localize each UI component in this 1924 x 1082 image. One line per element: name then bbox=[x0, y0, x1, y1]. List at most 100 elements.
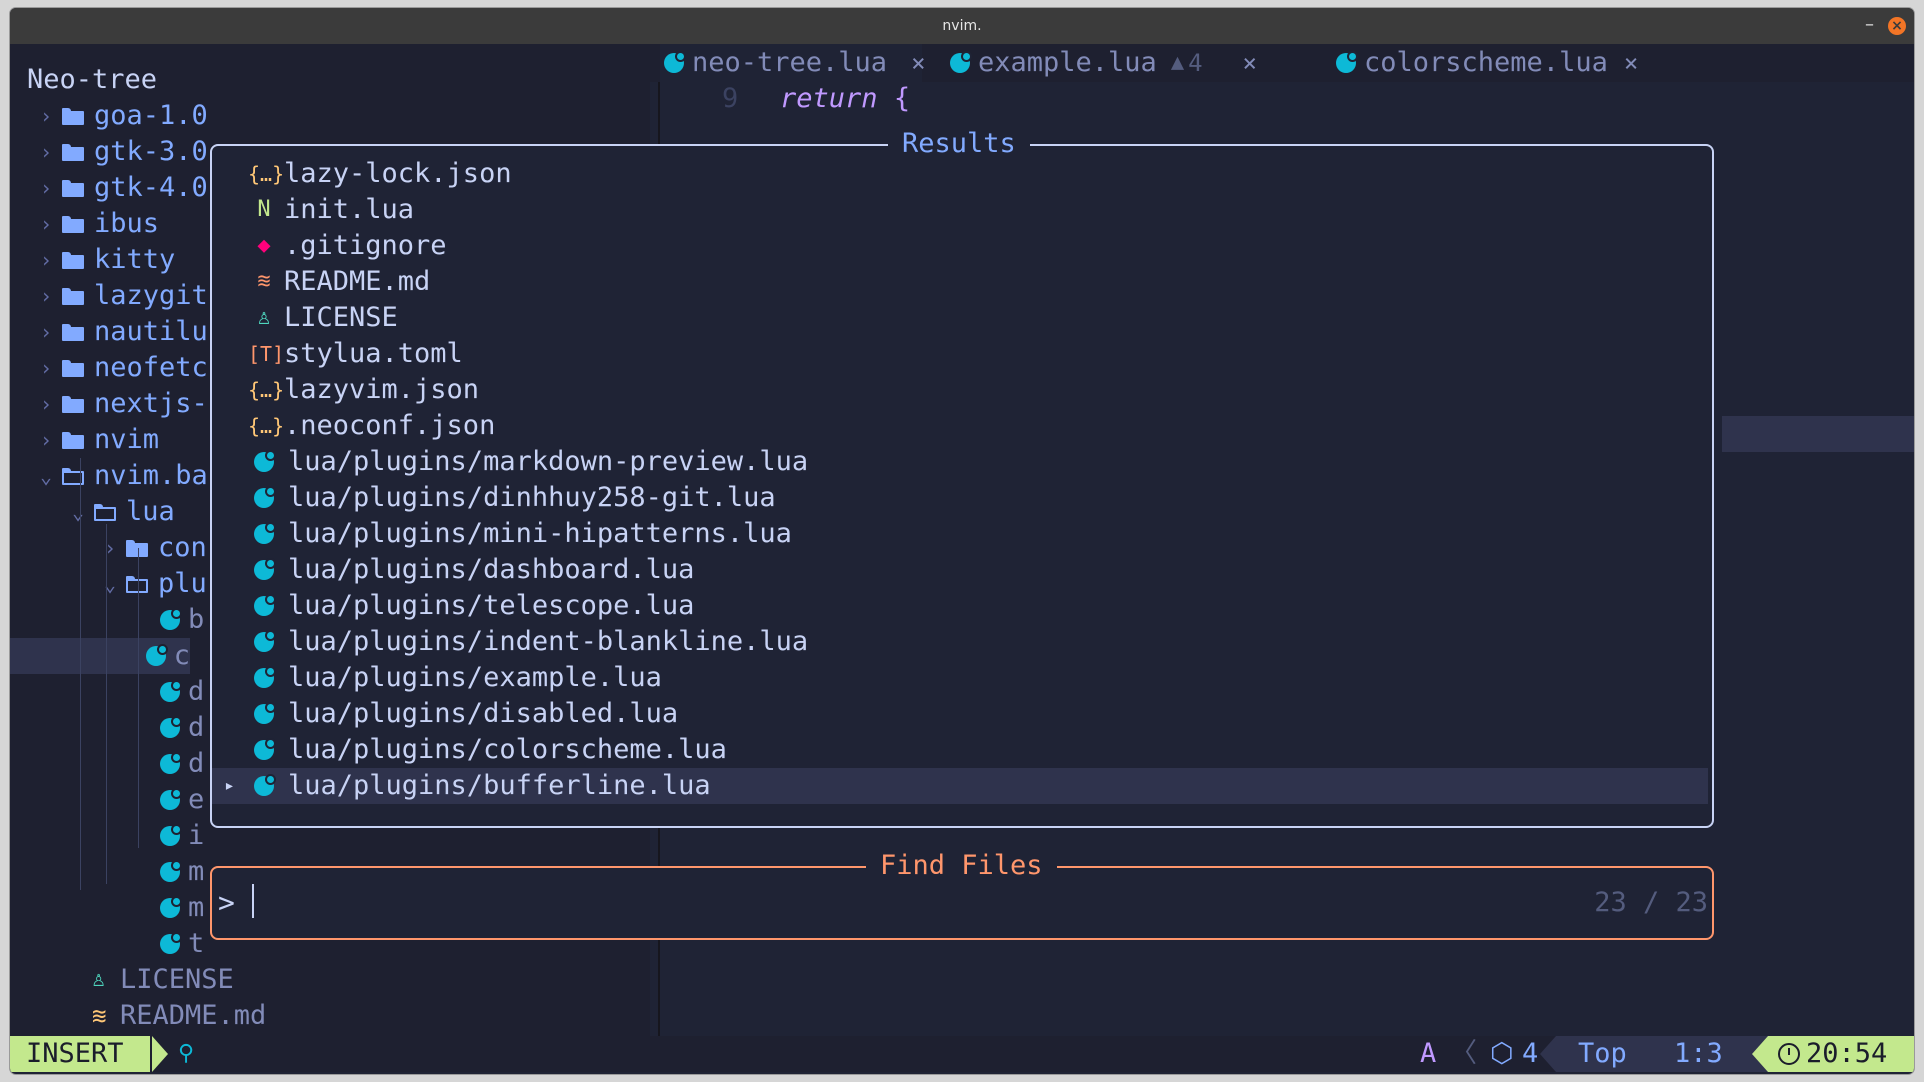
tree-item[interactable]: ⌄ plu bbox=[96, 566, 207, 602]
tree-item-label: lua bbox=[126, 496, 175, 527]
tree-item[interactable]: m bbox=[128, 854, 204, 890]
warning-count: 4 bbox=[1188, 49, 1203, 77]
tree-item[interactable]: ♙ LICENSE bbox=[64, 962, 234, 998]
result-label: LICENSE bbox=[284, 302, 398, 333]
result-item[interactable]: lua/plugins/example.lua bbox=[212, 660, 662, 696]
folder-icon bbox=[60, 358, 88, 378]
folder-open-icon bbox=[60, 466, 88, 486]
close-button[interactable]: × bbox=[1888, 17, 1906, 35]
result-item[interactable]: lua/plugins/colorscheme.lua bbox=[212, 732, 727, 768]
tab-example-lua[interactable]: example.lua ▲ 4 × bbox=[946, 44, 1286, 82]
tab-close-icon[interactable]: × bbox=[1624, 45, 1638, 81]
tree-item-label: lazygit bbox=[94, 280, 208, 311]
result-item[interactable]: ▸ lua/plugins/bufferline.lua bbox=[212, 768, 1708, 804]
folder-icon bbox=[60, 178, 88, 198]
tree-item[interactable]: c bbox=[10, 638, 190, 674]
result-item[interactable]: ◆ .gitignore bbox=[212, 228, 447, 264]
tree-item[interactable]: d bbox=[128, 674, 204, 710]
tree-item-label: LICENSE bbox=[120, 964, 234, 995]
code-line: return { bbox=[780, 81, 910, 117]
tab-neo-tree-lua[interactable]: neo-tree.lua × bbox=[660, 44, 926, 82]
tab-colorscheme-lua[interactable]: colorscheme.lua × bbox=[1332, 44, 1640, 82]
tree-item[interactable]: › gtk-4.0 bbox=[32, 170, 208, 206]
chevron-down-icon: ⌄ bbox=[71, 500, 85, 524]
chevron-right-icon: › bbox=[39, 104, 53, 128]
result-item[interactable]: {…} lazy-lock.json bbox=[212, 156, 512, 192]
result-item[interactable]: lua/plugins/disabled.lua bbox=[212, 696, 678, 732]
lua-icon bbox=[160, 932, 182, 954]
tree-item[interactable]: › neofetc bbox=[32, 350, 208, 386]
tree-item[interactable]: ≋ README.md bbox=[64, 998, 266, 1034]
lua-icon bbox=[160, 716, 182, 738]
result-label: lua/plugins/telescope.lua bbox=[288, 590, 695, 621]
tree-item[interactable]: m bbox=[128, 890, 204, 926]
lua-icon bbox=[160, 824, 182, 846]
tree-item[interactable]: › goa-1.0 bbox=[32, 98, 208, 134]
tree-item[interactable]: › lazygit bbox=[32, 278, 208, 314]
file-type-icon: {…} bbox=[248, 162, 285, 186]
lua-icon bbox=[160, 896, 182, 918]
tab-close-icon[interactable]: × bbox=[911, 45, 925, 81]
cursor-line bbox=[1722, 416, 1914, 452]
result-item[interactable]: [T] stylua.toml bbox=[212, 336, 463, 372]
result-item[interactable]: Ninit.lua bbox=[212, 192, 414, 228]
tree-item-label: README.md bbox=[120, 1000, 267, 1031]
tree-item[interactable]: d bbox=[128, 746, 204, 782]
terminal-window: nvim. – × Neo-tree › goa-1.0 › gtk-3.0 › gtk-… bbox=[10, 8, 1914, 1074]
chevron-down-icon: ⌄ bbox=[103, 572, 117, 596]
result-item[interactable]: lua/plugins/dashboard.lua bbox=[212, 552, 694, 588]
tree-item[interactable]: › con bbox=[96, 530, 207, 566]
status-separator: 〈 bbox=[1450, 1038, 1477, 1069]
tree-item[interactable]: › gtk-3.0 bbox=[32, 134, 208, 170]
tab-label: example.lua bbox=[978, 47, 1157, 78]
tree-item[interactable]: t bbox=[128, 926, 204, 962]
lsp-count: 4 bbox=[1522, 1038, 1539, 1069]
result-item[interactable]: lua/plugins/markdown-preview.lua bbox=[212, 444, 808, 480]
file-type-icon: ≋ bbox=[257, 269, 271, 294]
result-item[interactable]: lua/plugins/dinhhuy258-git.lua bbox=[212, 480, 776, 516]
tree-item-label: goa-1.0 bbox=[94, 100, 208, 131]
tree-item[interactable]: i bbox=[128, 818, 204, 854]
folder-icon bbox=[60, 142, 88, 162]
prompt-title: Find Files bbox=[866, 848, 1057, 884]
tree-item[interactable]: › kitty bbox=[32, 242, 175, 278]
tree-item-label: b bbox=[188, 604, 205, 635]
tree-item[interactable]: e bbox=[128, 782, 204, 818]
result-item[interactable]: ♙ LICENSE bbox=[212, 300, 398, 336]
file-type-icon: {…} bbox=[248, 378, 285, 402]
tree-item[interactable]: b bbox=[128, 602, 204, 638]
result-label: lua/plugins/mini-hipatterns.lua bbox=[288, 518, 792, 549]
chevron-right-icon: › bbox=[39, 248, 53, 272]
tree-item[interactable]: › nautilu bbox=[32, 314, 208, 350]
result-item[interactable]: lua/plugins/telescope.lua bbox=[212, 588, 694, 624]
result-item[interactable]: lua/plugins/indent-blankline.lua bbox=[212, 624, 808, 660]
keyword-return: return bbox=[780, 83, 878, 114]
tree-item[interactable]: › nextjs- bbox=[32, 386, 208, 422]
title-bar: nvim. – × bbox=[10, 8, 1914, 44]
lua-icon bbox=[254, 738, 276, 760]
result-item[interactable]: ≋ README.md bbox=[212, 264, 430, 300]
telescope-prompt[interactable]: Find Files > 23 / 23 bbox=[210, 848, 1714, 940]
result-label: .gitignore bbox=[284, 230, 447, 261]
minimize-button[interactable]: – bbox=[1865, 14, 1874, 35]
mode-indicator: INSERT bbox=[10, 1036, 150, 1072]
result-label: README.md bbox=[284, 266, 431, 297]
lua-icon bbox=[160, 860, 182, 882]
tree-item[interactable]: ⌄ nvim.ba bbox=[32, 458, 208, 494]
lua-icon bbox=[664, 51, 686, 73]
tree-item-label: gtk-4.0 bbox=[94, 172, 208, 203]
tab-close-icon[interactable]: × bbox=[1243, 45, 1257, 81]
tree-item[interactable]: d bbox=[128, 710, 204, 746]
result-item[interactable]: {…} .neoconf.json bbox=[212, 408, 495, 444]
tree-item[interactable]: › nvim bbox=[32, 422, 159, 458]
result-item[interactable]: lua/plugins/mini-hipatterns.lua bbox=[212, 516, 792, 552]
mode-separator bbox=[152, 1036, 168, 1072]
result-label: lua/plugins/markdown-preview.lua bbox=[288, 446, 809, 477]
tree-item-label: neofetc bbox=[94, 352, 208, 383]
lua-icon bbox=[160, 752, 182, 774]
result-label: .neoconf.json bbox=[284, 410, 496, 441]
lua-icon bbox=[254, 666, 276, 688]
tree-item[interactable]: › ibus bbox=[32, 206, 159, 242]
result-item[interactable]: {…} lazyvim.json bbox=[212, 372, 479, 408]
chevron-right-icon: › bbox=[39, 212, 53, 236]
